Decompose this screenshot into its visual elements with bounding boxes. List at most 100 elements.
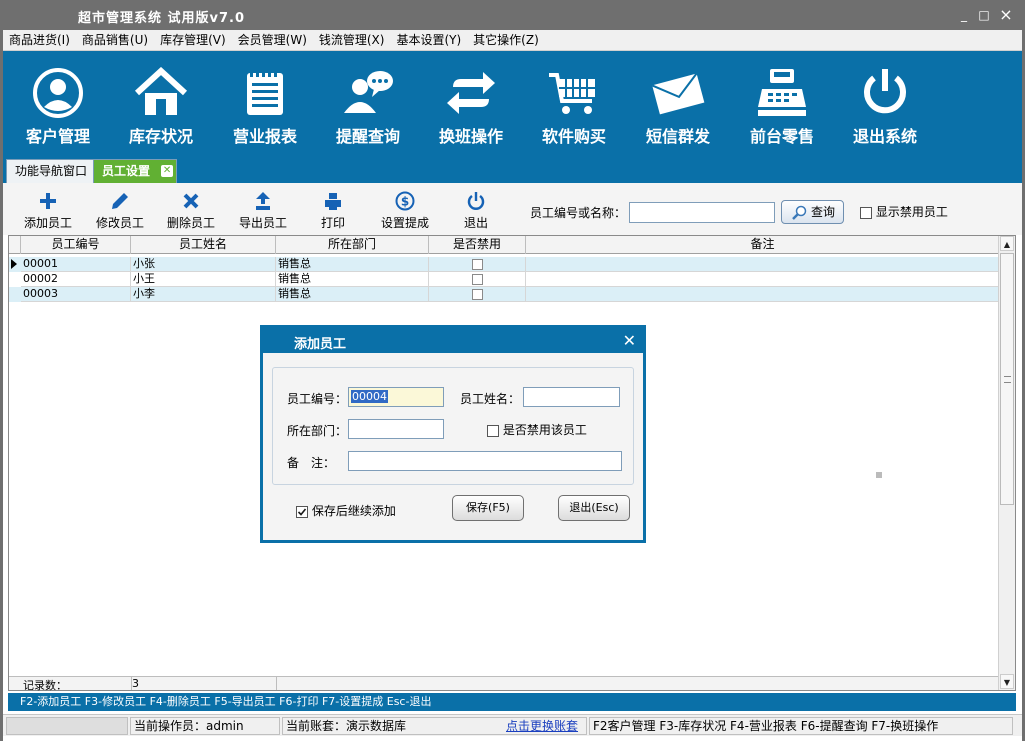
nav-retail[interactable]: 前台零售 — [732, 67, 832, 155]
scroll-thumb[interactable] — [1000, 253, 1014, 505]
envelope-icon — [651, 72, 705, 115]
employee-id-value: 00004 — [351, 390, 388, 403]
tab-nav-window[interactable]: 功能导航窗口 — [6, 159, 97, 183]
menu-settings[interactable]: 基本设置(Y) — [390, 30, 467, 50]
column-header[interactable]: 备注 — [526, 236, 999, 254]
column-header[interactable]: 是否禁用 — [429, 236, 526, 254]
disable-employee-toggle[interactable]: 是否禁用该员工 — [487, 421, 587, 438]
employee-form: 员工编号： 00004 员工姓名： 所在部门： 是否禁用该员工 备 注： — [272, 367, 634, 485]
table-row[interactable]: 00001 小张 销售总 — [9, 257, 999, 272]
status-account-box: 当前账套：演示数据库 点击更换账套 — [282, 717, 587, 735]
button-label: 导出员工 — [238, 216, 287, 230]
search-label: 员工编号或名称： — [530, 206, 627, 220]
grip-icon — [1004, 376, 1011, 383]
upload-icon — [256, 192, 270, 210]
cell-name: 小张 — [131, 257, 276, 272]
dialog-close-icon[interactable]: ✕ — [623, 331, 636, 350]
button-label: 删除员工 — [166, 216, 215, 230]
window-title: 超市管理系统 试用版v7.0 — [78, 11, 246, 26]
set-commission-button[interactable]: $ 设置提成 — [379, 191, 431, 231]
dialog-exit-button[interactable]: 退出(Esc) — [558, 495, 630, 521]
nav-label: 软件购买 — [541, 127, 606, 146]
show-disabled-toggle[interactable]: 显示禁用员工 — [860, 203, 948, 220]
button-label: 退出 — [463, 216, 488, 230]
button-label: 添加员工 — [23, 216, 72, 230]
column-header[interactable]: 员工姓名 — [131, 236, 276, 254]
query-button[interactable]: 查询 — [781, 200, 844, 224]
continue-adding-label: 保存后继续添加 — [311, 504, 396, 518]
scroll-down-icon[interactable]: ▼ — [1000, 674, 1014, 689]
close-button[interactable]: × — [997, 6, 1015, 24]
continue-adding-toggle[interactable]: 保存后继续添加 — [296, 502, 396, 519]
disabled-checkbox[interactable] — [472, 274, 483, 285]
note-input[interactable] — [348, 451, 622, 471]
edit-employee-button[interactable]: 修改员工 — [95, 191, 145, 231]
cart-icon — [549, 73, 595, 114]
print-icon — [325, 193, 341, 210]
maximize-button[interactable]: □ — [975, 6, 993, 24]
x-icon — [183, 193, 199, 209]
department-input[interactable] — [348, 419, 444, 439]
search-input[interactable] — [629, 202, 775, 223]
add-employee-dialog: 添加员工 ✕ 员工编号： 00004 员工姓名： 所在部门： 是否禁用该员工 备… — [260, 325, 646, 543]
cell-dept: 销售总 — [276, 257, 429, 272]
toolbar: 添加员工 修改员工 删除员工 导出员工 打印 $ 设置提成 退出 员工编号或名称… — [3, 183, 1022, 235]
cell-id: 00002 — [21, 272, 131, 287]
search-icon — [792, 205, 807, 220]
dialog-body: 员工编号： 00004 员工姓名： 所在部门： 是否禁用该员工 备 注： 保存后… — [263, 353, 643, 540]
tab-label: 员工设置 — [102, 164, 151, 178]
current-row-icon — [11, 259, 17, 269]
column-header[interactable]: 员工编号 — [21, 236, 131, 254]
export-employee-button[interactable]: 导出员工 — [238, 191, 288, 231]
cell-note — [526, 257, 999, 272]
vertical-scrollbar[interactable]: ▲ ▼ — [998, 236, 1015, 690]
nav-exit[interactable]: 退出系统 — [835, 67, 935, 155]
column-header[interactable]: 所在部门 — [276, 236, 429, 254]
scroll-up-icon[interactable]: ▲ — [1000, 236, 1014, 251]
nav-reminder[interactable]: 提醒查询 — [318, 67, 418, 155]
disabled-checkbox[interactable] — [472, 289, 483, 300]
window-titlebar: 超市管理系统 试用版v7.0 _ □ × — [0, 0, 1025, 30]
exit-button[interactable]: 退出 — [461, 191, 491, 231]
tab-close-icon[interactable]: ✕ — [161, 165, 174, 177]
nav-report[interactable]: 营业报表 — [215, 67, 315, 155]
cell-disabled — [429, 257, 526, 272]
menu-cashflow[interactable]: 钱流管理(X) — [313, 30, 391, 50]
switch-account-link[interactable]: 点击更换账套 — [506, 718, 578, 734]
dollar-icon: $ — [395, 191, 415, 211]
user-icon — [33, 68, 83, 118]
tab-strip: 功能导航窗口 员工设置 ✕ — [3, 158, 1022, 183]
delete-employee-button[interactable]: 删除员工 — [166, 191, 216, 231]
show-disabled-checkbox[interactable] — [860, 206, 872, 219]
disable-employee-checkbox[interactable] — [487, 424, 499, 437]
nav-purchase-software[interactable]: 软件购买 — [524, 67, 624, 155]
continue-adding-checkbox[interactable] — [296, 505, 308, 518]
menu-members[interactable]: 会员管理(W) — [232, 30, 313, 50]
record-count-label: 记录数： — [23, 679, 67, 692]
cash-register-icon — [758, 69, 806, 116]
cell-note — [526, 287, 999, 302]
query-label: 查询 — [810, 205, 835, 219]
table-header: 员工编号 员工姓名 所在部门 是否禁用 备注 — [9, 236, 999, 254]
menu-inventory[interactable]: 库存管理(V) — [154, 30, 232, 50]
nav-shift[interactable]: 换班操作 — [421, 67, 521, 155]
nav-sms[interactable]: 短信群发 — [628, 67, 728, 155]
save-button[interactable]: 保存(F5) — [452, 495, 524, 521]
add-employee-button[interactable]: 添加员工 — [23, 191, 73, 231]
menu-other[interactable]: 其它操作(Z) — [467, 30, 545, 50]
cell-id: 00003 — [21, 287, 131, 302]
check-icon — [297, 507, 307, 516]
menu-sales[interactable]: 商品销售(U) — [76, 30, 154, 50]
employee-name-input[interactable] — [523, 387, 620, 407]
employee-id-input[interactable]: 00004 — [348, 387, 444, 407]
nav-customer[interactable]: 客户管理 — [8, 67, 108, 155]
disabled-checkbox[interactable] — [472, 259, 483, 270]
svg-text:$: $ — [401, 195, 409, 209]
nav-inventory[interactable]: 库存状况 — [111, 67, 211, 155]
table-row[interactable]: 00002 小王 销售总 — [9, 272, 999, 287]
minimize-button[interactable]: _ — [955, 6, 973, 24]
table-row[interactable]: 00003 小李 销售总 — [9, 287, 999, 302]
print-button[interactable]: 打印 — [318, 191, 348, 231]
menu-purchase[interactable]: 商品进货(I) — [3, 30, 76, 50]
tab-employee-settings[interactable]: 员工设置 ✕ — [93, 159, 178, 183]
